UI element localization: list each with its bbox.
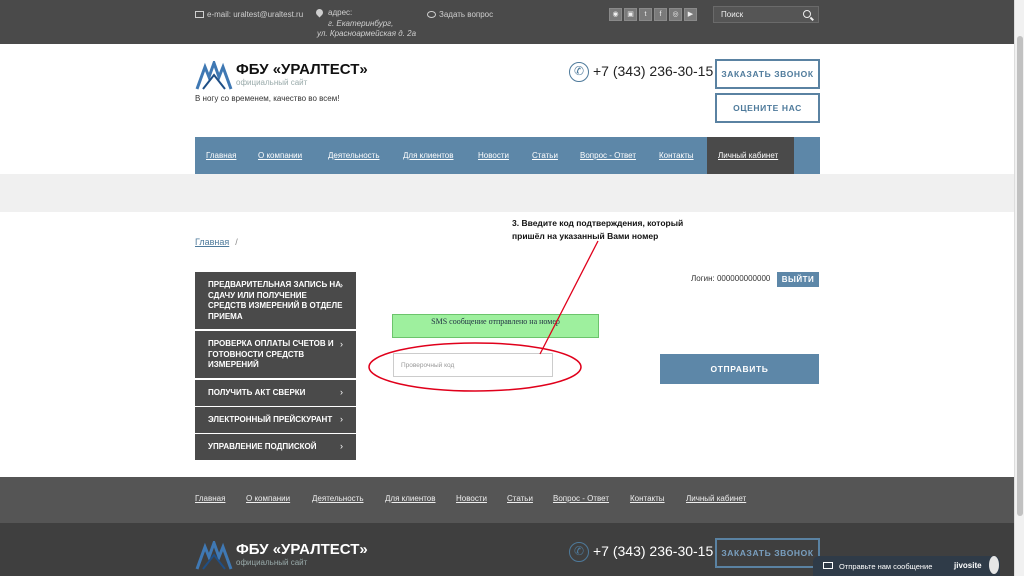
nav-item-contacts[interactable]: Контакты — [659, 151, 694, 160]
jivosite-chat-widget[interactable]: Отправьте нам сообщение jivosite — [813, 556, 1000, 576]
top-bar: e-mail: uraltest@uraltest.ru адрес: г. Е… — [0, 0, 1014, 44]
footer-logo[interactable]: ФБУ «УРАЛТЕСТ» официальный сайт — [195, 541, 395, 571]
nav-item-activity[interactable]: Деятельность — [328, 151, 380, 160]
youtube-icon[interactable]: ▶ — [684, 8, 697, 21]
address-street: ул. Красноармейская д. 2а — [317, 29, 417, 38]
sidebar-item-label: ПРЕДВАРИТЕЛЬНАЯ ЗАПИСЬ НА СДАЧУ ИЛИ ПОЛУ… — [208, 280, 343, 321]
nav-item-home[interactable]: Главная — [206, 151, 236, 160]
vk-icon[interactable]: ▣ — [624, 8, 637, 21]
search-placeholder: Поиск — [721, 10, 744, 19]
footer-link-articles[interactable]: Статьи — [507, 494, 533, 503]
sidebar-item-pricelist[interactable]: ЭЛЕКТРОННЫЙ ПРЕЙСКУРАНТ › — [195, 407, 356, 433]
instagram-icon[interactable]: ◎ — [669, 8, 682, 21]
chat-bubble-icon — [427, 11, 436, 18]
rate-us-button[interactable]: ОЦЕНИТЕ НАС — [715, 93, 820, 123]
logo-mark-icon — [195, 61, 233, 90]
instruction-line-1: 3. Введите код подтверждения, который — [512, 218, 684, 228]
nav-item-cabinet[interactable]: Личный кабинет — [718, 151, 778, 160]
footer-link-cabinet[interactable]: Личный кабинет — [686, 494, 746, 503]
address-city: г. Екатеринбург, — [328, 18, 394, 28]
footer-logo-subtitle: официальный сайт — [236, 558, 308, 567]
location-icon — [314, 7, 325, 19]
footer-phone[interactable]: +7 (343) 236-30-15 — [569, 542, 714, 564]
footer-link-about[interactable]: О компании — [246, 494, 290, 503]
footer-phone-number: +7 (343) 236-30-15 — [593, 543, 714, 559]
scrollbar-thumb[interactable] — [1017, 36, 1023, 516]
jivo-brand: jivosite — [954, 561, 982, 570]
footer-link-news[interactable]: Новости — [456, 494, 487, 503]
jivo-message: Отправьте нам сообщение — [839, 562, 933, 571]
verification-code-input[interactable] — [393, 353, 553, 377]
login-text: Логин: 000000000000 — [691, 274, 771, 283]
address-label: адрес: — [328, 8, 353, 17]
phone-icon — [569, 62, 589, 82]
site-slogan: В ногу со временем, качество во всем! — [195, 94, 340, 103]
footer-link-home[interactable]: Главная — [195, 494, 225, 503]
sidebar-item-label: УПРАВЛЕНИЕ ПОДПИСКОЙ — [208, 442, 317, 451]
address-block: адрес: г. Екатеринбург, ул. Красноармейс… — [317, 8, 416, 40]
footer-link-qa[interactable]: Вопрос - Ответ — [553, 494, 609, 503]
sidebar-item-label: ПОЛУЧИТЬ АКТ СВЕРКИ — [208, 388, 306, 397]
nav-item-qa[interactable]: Вопрос - Ответ — [580, 151, 636, 160]
send-button[interactable]: ОТПРАВИТЬ — [660, 354, 819, 384]
sms-notice: SMS сообщение отправлено на номер — [392, 314, 599, 338]
envelope-icon — [195, 11, 204, 18]
main-nav: Главная О компании Деятельность Для клие… — [195, 137, 820, 174]
nav-item-about[interactable]: О компании — [258, 151, 302, 160]
chevron-right-icon: › — [340, 414, 343, 424]
sidebar-item-payment-check[interactable]: ПРОВЕРКА ОПЛАТЫ СЧЕТОВ И ГОТОВНОСТИ СРЕД… — [195, 331, 356, 378]
chevron-right-icon: › — [340, 339, 343, 349]
twitter-icon[interactable]: t — [639, 8, 652, 21]
ask-question-text: Задать вопрос — [439, 10, 494, 19]
footer-nav: Главная О компании Деятельность Для клие… — [0, 477, 1014, 523]
header-phone[interactable]: +7 (343) 236-30-15 — [569, 62, 714, 84]
sidebar-item-label: ЭЛЕКТРОННЫЙ ПРЕЙСКУРАНТ — [208, 415, 333, 424]
gray-band — [0, 174, 1014, 212]
nav-item-articles[interactable]: Статьи — [532, 151, 558, 160]
footer-link-activity[interactable]: Деятельность — [312, 494, 364, 503]
facebook-icon[interactable]: f — [654, 8, 667, 21]
ask-question-link[interactable]: Задать вопрос — [427, 9, 493, 20]
email-contact[interactable]: e-mail: uraltest@uraltest.ru — [195, 9, 303, 20]
callback-button[interactable]: ЗАКАЗАТЬ ЗВОНОК — [715, 59, 820, 89]
instruction-note: 3. Введите код подтверждения, который пр… — [512, 217, 712, 243]
nav-item-news[interactable]: Новости — [478, 151, 509, 160]
sidebar-item-label: ПРОВЕРКА ОПЛАТЫ СЧЕТОВ И ГОТОВНОСТИ СРЕД… — [208, 339, 334, 369]
logo-subtitle: официальный сайт — [236, 78, 308, 87]
sidebar-item-subscription[interactable]: УПРАВЛЕНИЕ ПОДПИСКОЙ › — [195, 434, 356, 460]
breadcrumb: Главная / — [195, 237, 238, 247]
footer-logo-name: ФБУ «УРАЛТЕСТ» — [236, 541, 368, 558]
phone-icon — [569, 542, 589, 562]
breadcrumb-separator: / — [235, 237, 238, 247]
email-text: e-mail: uraltest@uraltest.ru — [207, 10, 304, 19]
chevron-right-icon: › — [340, 280, 343, 290]
nav-item-clients[interactable]: Для клиентов — [403, 151, 454, 160]
page-scrollbar[interactable] — [1014, 0, 1024, 576]
logout-button[interactable]: ВЫЙТИ — [777, 272, 819, 287]
rss-icon[interactable]: ◉ — [609, 8, 622, 21]
chevron-right-icon: › — [340, 387, 343, 397]
footer-callback-button[interactable]: ЗАКАЗАТЬ ЗВОНОК — [715, 538, 820, 568]
logo-mark-icon — [195, 541, 233, 570]
footer-link-clients[interactable]: Для клиентов — [385, 494, 436, 503]
jivo-bubble-icon — [989, 556, 999, 574]
breadcrumb-home[interactable]: Главная — [195, 237, 229, 247]
search-icon[interactable] — [803, 10, 811, 18]
site-logo[interactable]: ФБУ «УРАЛТЕСТ» официальный сайт — [195, 61, 395, 91]
envelope-icon — [823, 562, 833, 569]
sidebar-item-appointment[interactable]: ПРЕДВАРИТЕЛЬНАЯ ЗАПИСЬ НА СДАЧУ ИЛИ ПОЛУ… — [195, 272, 356, 329]
sidebar-item-reconciliation[interactable]: ПОЛУЧИТЬ АКТ СВЕРКИ › — [195, 380, 356, 406]
instruction-line-2: пришёл на указанный Вами номер — [512, 231, 659, 241]
phone-number: +7 (343) 236-30-15 — [593, 63, 714, 79]
footer-link-contacts[interactable]: Контакты — [630, 494, 665, 503]
chevron-right-icon: › — [340, 441, 343, 451]
search-input[interactable]: Поиск — [713, 6, 819, 23]
logo-name: ФБУ «УРАЛТЕСТ» — [236, 61, 368, 78]
